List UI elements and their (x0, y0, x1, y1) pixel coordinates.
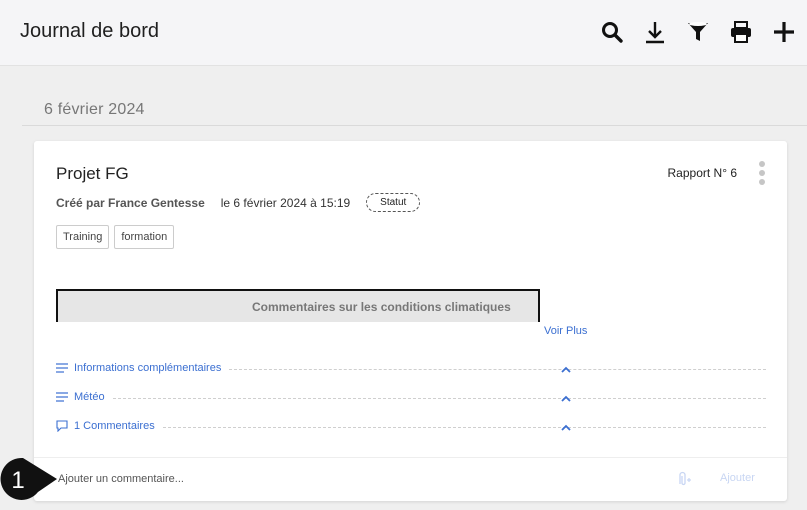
chevron-up-icon[interactable] (560, 363, 572, 375)
search-icon (601, 22, 623, 43)
date-divider (22, 125, 807, 126)
report-number: Rapport N° 6 (667, 166, 738, 180)
section-label: 1 Commentaires (74, 420, 155, 432)
chevron-up-icon[interactable] (560, 392, 572, 404)
filter-button[interactable] (684, 18, 711, 46)
see-more-link[interactable]: Voir Plus (544, 325, 587, 337)
section-divider (229, 368, 766, 370)
download-icon (645, 22, 664, 44)
callout-number: 1 (11, 467, 24, 494)
kebab-dot (759, 161, 765, 167)
download-button[interactable] (641, 18, 668, 46)
add-comment-button[interactable]: Ajouter (720, 472, 755, 484)
add-button[interactable] (770, 18, 797, 46)
lines-icon (56, 391, 68, 403)
header-bar: Journal de bord (0, 0, 807, 66)
print-icon (730, 21, 751, 43)
tag-training[interactable]: Training (56, 225, 110, 249)
lines-icon (56, 362, 68, 374)
section-weather[interactable]: Météo (56, 389, 766, 405)
report-meta: Créé par France Gentesse le 6 février 20… (56, 193, 421, 212)
callout-marker: 1 (0, 452, 58, 510)
date-heading: 6 février 2024 (44, 101, 145, 118)
more-menu-button[interactable] (757, 161, 767, 185)
kebab-dot (759, 179, 765, 185)
section-comments[interactable]: 1 Commentaires (56, 418, 766, 434)
attach-icon[interactable] (674, 470, 692, 488)
comment-input[interactable] (58, 470, 618, 488)
print-button[interactable] (727, 18, 754, 46)
status-badge[interactable]: Statut (366, 193, 421, 212)
section-divider (162, 426, 766, 428)
journal-content: 6 février 2024 Projet FG Rapport N° 6 Cr… (4, 66, 807, 510)
section-additional-info[interactable]: Informations complémentaires (56, 360, 766, 376)
report-card: Projet FG Rapport N° 6 Créé par France G… (34, 141, 787, 501)
add-icon (773, 22, 794, 42)
section-label: Météo (74, 391, 105, 403)
created-date: le 6 février 2024 à 15:19 (220, 195, 351, 210)
toolbar (598, 18, 797, 46)
filter-icon (687, 22, 708, 41)
comment-composer: Ajouter (34, 457, 787, 501)
created-by: Créé par France Gentesse (56, 195, 205, 210)
page-title: Journal de bord (20, 20, 159, 42)
comment-icon (56, 420, 68, 432)
tag-formation[interactable]: formation (114, 225, 175, 249)
section-label: Informations complémentaires (74, 362, 222, 374)
section-divider (112, 397, 766, 399)
kebab-dot (759, 170, 765, 176)
climate-comments-box: Commentaires sur les conditions climatiq… (56, 289, 540, 322)
chevron-up-icon[interactable] (560, 421, 572, 433)
tag-list: Training formation (56, 225, 175, 249)
project-title: Projet FG (56, 164, 129, 183)
search-button[interactable] (598, 18, 625, 46)
climate-comments-label: Commentaires sur les conditions climatiq… (252, 300, 511, 314)
